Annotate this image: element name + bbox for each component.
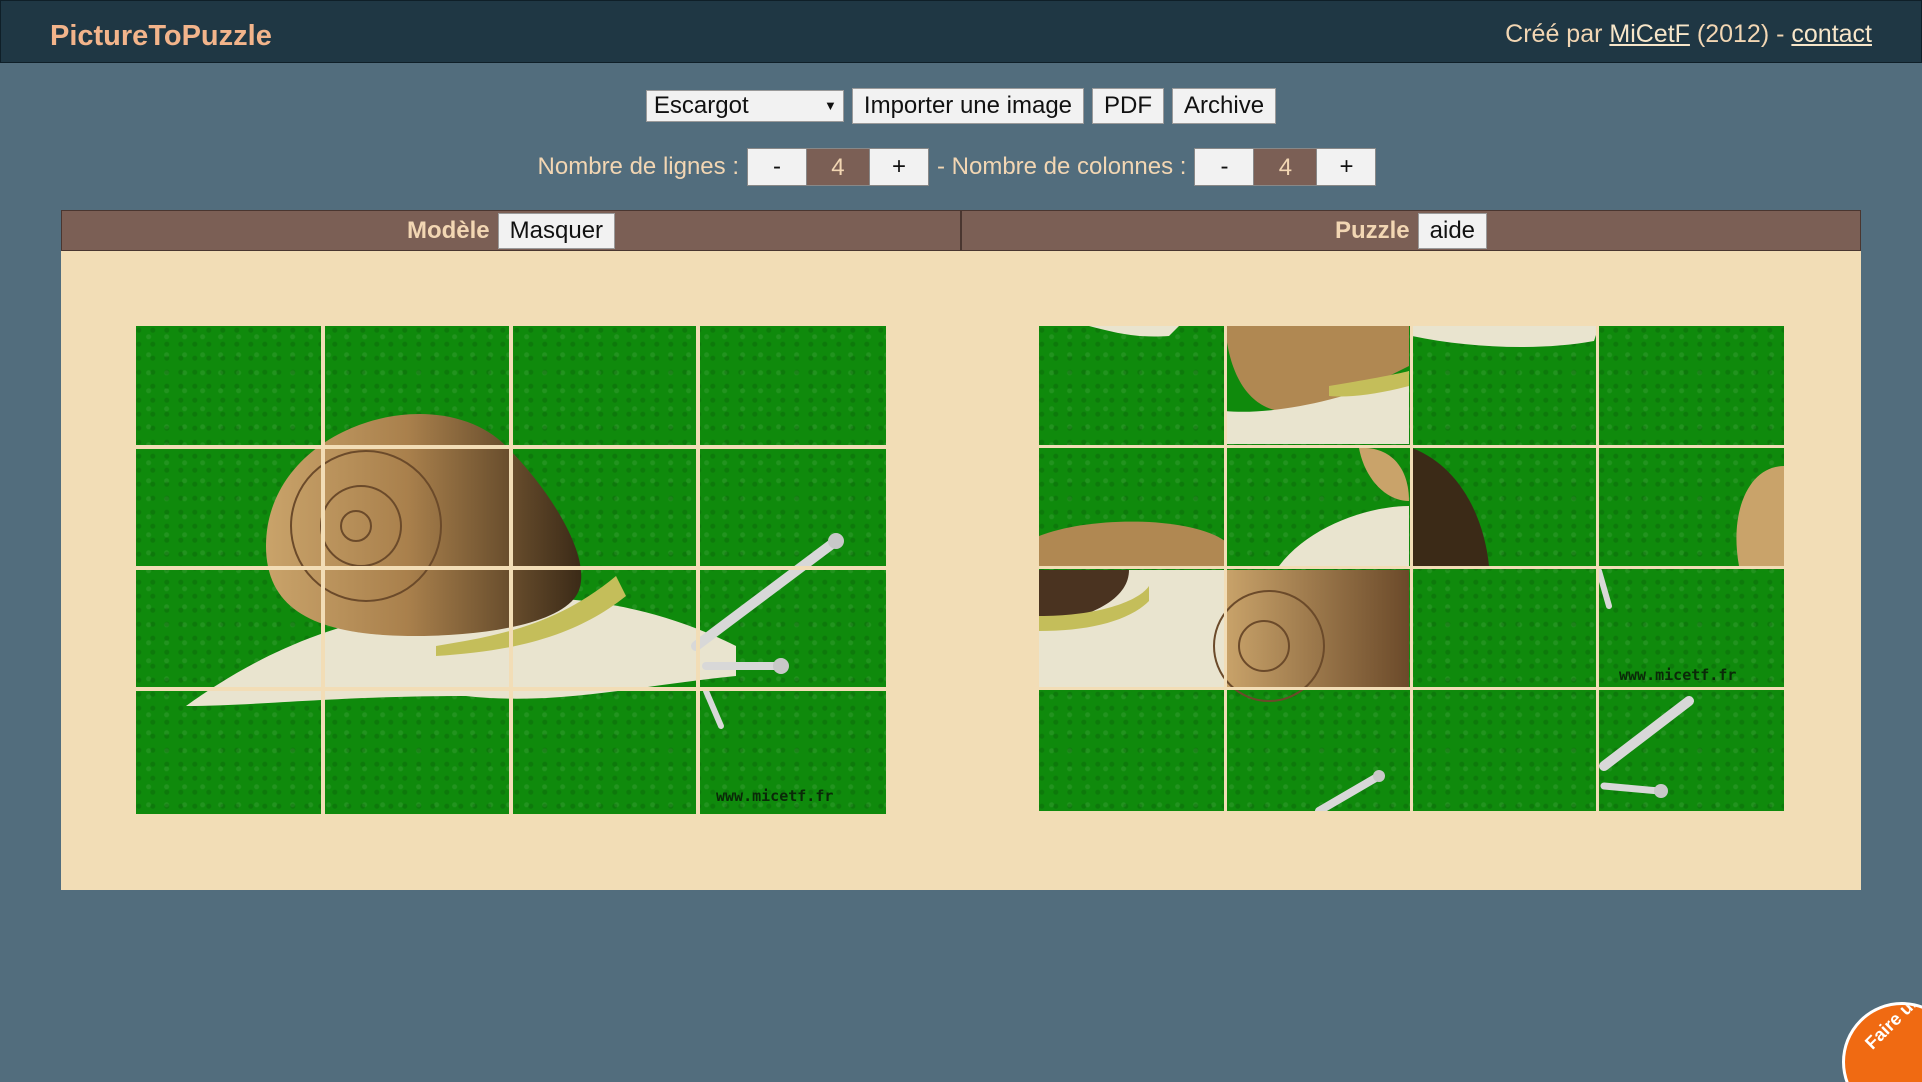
rows-plus-button[interactable]: + xyxy=(868,148,929,186)
cols-label: - Nombre de colonnes : xyxy=(936,153,1187,180)
help-button[interactable]: aide xyxy=(1417,212,1488,249)
credit-prefix: Créé par xyxy=(1505,20,1603,48)
toolbar: Escargot ▼ Importer une image PDF Archiv… xyxy=(0,88,1922,124)
donate-badge[interactable]: Faire un don xyxy=(1842,1002,1922,1082)
cols-stepper: - 4 + xyxy=(1194,148,1377,186)
model-watermark: www.micetf.fr xyxy=(716,787,834,805)
grid-line xyxy=(696,326,700,814)
puzzle-panel-header: Puzzle aide xyxy=(961,210,1861,251)
rows-stepper: - 4 + xyxy=(746,148,929,186)
archive-button[interactable]: Archive xyxy=(1172,88,1277,124)
rows-value: 4 xyxy=(806,148,869,186)
model-image: www.micetf.fr xyxy=(136,326,886,814)
grid-line xyxy=(1039,445,1784,448)
cols-value: 4 xyxy=(1254,148,1317,186)
pdf-button[interactable]: PDF xyxy=(1092,88,1165,124)
header-bar: PictureToPuzzle Créé par MiCetF (2012) -… xyxy=(0,0,1922,63)
grid-line xyxy=(136,687,886,691)
image-select[interactable]: Escargot ▼ xyxy=(645,90,844,122)
grid-line xyxy=(1039,566,1784,569)
import-image-button[interactable]: Importer une image xyxy=(851,88,1085,124)
puzzle-board: www.micetf.fr www.micetf.fr xyxy=(61,251,1861,890)
grid-line xyxy=(136,445,886,449)
grid-line xyxy=(321,326,325,814)
contact-link[interactable]: contact xyxy=(1791,20,1872,48)
dropdown-arrow-icon: ▼ xyxy=(824,98,837,113)
author-link[interactable]: MiCetF xyxy=(1609,20,1690,48)
puzzle-watermark: www.micetf.fr xyxy=(1619,666,1737,684)
hide-model-button[interactable]: Masquer xyxy=(497,212,616,249)
grid-size-controls: Nombre de lignes : - 4 + - Nombre de col… xyxy=(0,148,1922,186)
rows-label: Nombre de lignes : xyxy=(537,153,739,180)
donate-label: Faire un don xyxy=(1861,1002,1922,1054)
credit-year: (2012) - xyxy=(1696,20,1785,48)
cols-minus-button[interactable]: - xyxy=(1194,148,1255,186)
puzzle-title: Puzzle xyxy=(1334,216,1410,244)
puzzle-image: www.micetf.fr xyxy=(1039,326,1784,811)
image-select-value: Escargot xyxy=(653,92,749,119)
model-panel-header: Modèle Masquer xyxy=(61,210,961,251)
cols-plus-button[interactable]: + xyxy=(1316,148,1377,186)
credits: Créé par MiCetF (2012) - contact xyxy=(1505,20,1872,49)
grid-line xyxy=(136,566,886,570)
grid-line xyxy=(509,326,513,814)
model-title: Modèle xyxy=(406,216,490,244)
rows-minus-button[interactable]: - xyxy=(746,148,807,186)
grid-line xyxy=(1039,687,1784,690)
app-title: PictureToPuzzle xyxy=(50,20,272,52)
